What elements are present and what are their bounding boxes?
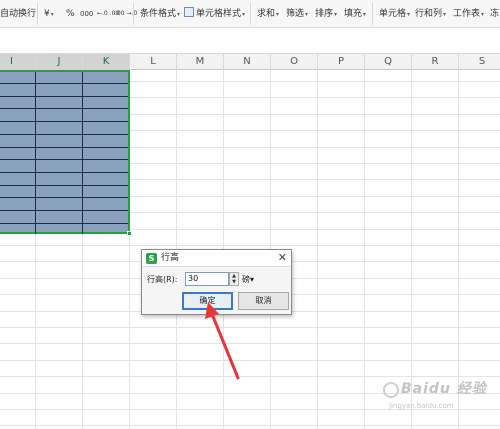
baidu-watermark: Baidu 经验 jingyan.baidu.com	[383, 380, 498, 420]
watermark-url: jingyan.baidu.com	[389, 402, 454, 410]
watermark-brand: Baidu 经验	[401, 381, 487, 397]
arrow-head	[205, 302, 219, 319]
annotation-arrow	[205, 302, 240, 380]
arrow-shaft	[210, 312, 240, 380]
baidu-paw-icon	[383, 382, 399, 398]
